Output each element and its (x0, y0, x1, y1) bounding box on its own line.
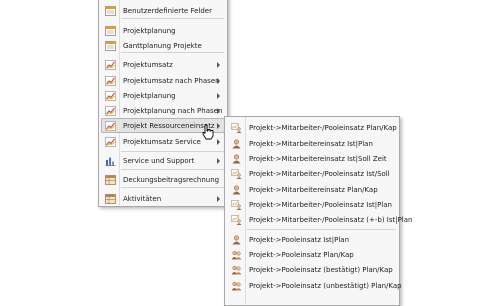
menu-item-label: Projektumsatz (123, 60, 173, 69)
person-icon (232, 185, 241, 195)
submenu-arrow-icon (217, 78, 220, 84)
group-icon (231, 265, 242, 275)
menu-item-label: Projekt->Pooleinsatz (bestätigt) Plan/Ka… (249, 265, 393, 274)
table-icon (105, 175, 116, 185)
menu-separator (121, 18, 224, 19)
menu-item-label: Projekt->Mitarbeiter-/Pooleinsatz (+-b) … (249, 215, 413, 224)
submenu-arrow-icon (217, 158, 220, 164)
menu-separator (247, 229, 396, 230)
menu-item-deckungsbeitragsrechnung[interactable]: Deckungsbeitragsrechnung (101, 172, 225, 187)
menu-item-projekt-pooleinsatz-plan-kap[interactable]: Projekt->Pooleinsatz Plan/Kap (227, 247, 397, 262)
chart-icon (105, 106, 116, 116)
submenu-arrow-icon (217, 196, 220, 202)
menu-item-projekt-pooleinsatz-unbestaetigt-plan-kap[interactable]: Projekt->Pooleinsatz (unbestätigt) Plan/… (227, 278, 402, 293)
menu-item-label: Service und Support (123, 156, 195, 165)
submenu-arrow-icon (217, 62, 220, 68)
menu-item-benutzerdefinierte-felder[interactable]: Benutzerdefinierte Felder (101, 3, 225, 18)
menu-item-label: Projekt->Mitarbeiter-/Pooleinsatz Ist|Pl… (249, 200, 392, 209)
submenu-arrow-icon (217, 123, 220, 129)
menu-item-projektplanung[interactable]: Projektplanung (101, 88, 225, 103)
chart-icon (105, 137, 116, 147)
menu-item-projekt-mitarbeitereinsatz-plan-kap[interactable]: Projekt->Mitarbeitereinsatz Plan/Kap (227, 182, 397, 197)
menu-item-projekt-mitarbeiter-pooleinsatz-ist-plan[interactable]: Projekt->Mitarbeiter-/Pooleinsatz Ist|Pl… (227, 197, 397, 212)
form-icon (105, 41, 116, 51)
menu-item-projekt-mitarbeiter-pooleinsatz-plan-kap[interactable]: Projekt->Mitarbeiter-/Pooleinsatz Plan/K… (227, 120, 397, 135)
submenu-arrow-icon (217, 108, 220, 114)
menu-item-label: Ganttplanung Projekte (123, 41, 202, 50)
menu-item-label: Projektumsatz nach Phasen (123, 76, 220, 85)
people-chart-icon (231, 123, 242, 133)
menu-item-projektumsatz-nach-phasen[interactable]: Projektumsatz nach Phasen (101, 73, 225, 88)
menu-item-label: Projekt->Pooleinsatz Ist|Plan (249, 235, 350, 244)
menu-item-projektplanung[interactable]: Projektplanung (101, 23, 225, 38)
hand-cursor-icon (202, 124, 214, 140)
menu-item-label: Projektumsatz Service (123, 137, 201, 146)
submenu-arrow-icon (217, 139, 220, 145)
menu-item-ganttplanung-projekte[interactable]: Ganttplanung Projekte (101, 38, 225, 53)
menu-separator (121, 169, 224, 170)
chart-icon (105, 91, 116, 101)
menu-item-projekt-mitarbeitereinsatz-ist-plan[interactable]: Projekt->Mitarbeitereinsatz Ist|Plan (227, 136, 397, 151)
person-icon (232, 154, 241, 164)
menu-item-label: Projekt->Pooleinsatz Plan/Kap (249, 250, 354, 259)
menu-item-label: Projektplanung (123, 91, 176, 100)
bar-chart-icon (105, 157, 116, 166)
menu-item-label: Projekt->Mitarbeitereinsatz Plan/Kap (249, 185, 378, 194)
chart-icon (105, 121, 116, 131)
people-chart-icon (231, 200, 242, 210)
menu-item-service-und-support[interactable]: Service und Support (101, 153, 225, 168)
menu-item-projekt-pooleinsatz-ist-plan[interactable]: Projekt->Pooleinsatz Ist|Plan (227, 232, 397, 247)
people-chart-icon (231, 169, 242, 179)
menu-separator (121, 52, 224, 53)
menu-item-projekt-mitarbeitereinsatz-ist-soll-zeit[interactable]: Projekt->Mitarbeitereinsatz Ist|Soll Zei… (227, 151, 397, 166)
menu-separator (121, 187, 224, 188)
person-icon (232, 139, 241, 149)
menu-item-projektplanung-nach-phasen[interactable]: Projektplanung nach Phasen (101, 103, 225, 118)
menu-item-label: Projekt->Mitarbeiter-/Pooleinsatz Ist/So… (249, 169, 390, 178)
form-icon (105, 6, 116, 16)
menu-item-label: Projekt->Mitarbeitereinsatz Ist|Soll Zei… (249, 154, 387, 163)
group-icon (231, 250, 242, 260)
menu-item-projekt-mitarbeiter-pooleinsatz-ist-soll[interactable]: Projekt->Mitarbeiter-/Pooleinsatz Ist/So… (227, 166, 397, 181)
menu-item-label: Projekt->Pooleinsatz (unbestätigt) Plan/… (249, 281, 402, 290)
submenu-arrow-icon (217, 93, 220, 99)
menu-item-label: Projektplanung (123, 26, 176, 35)
chart-icon (105, 76, 116, 86)
person-icon (232, 235, 241, 245)
menu-item-aktivitaeten[interactable]: Aktivitäten (101, 191, 225, 206)
submenu-projekt-ressourceneinsatz: Projekt->Mitarbeiter-/Pooleinsatz Plan/K… (224, 116, 412, 306)
menu-item-projekt-mitarbeiter-pooleinsatz-b-ist-plan[interactable]: Projekt->Mitarbeiter-/Pooleinsatz (+-b) … (227, 212, 412, 227)
menu-item-label: Projekt->Mitarbeitereinsatz Ist|Plan (249, 139, 373, 148)
menu-item-projekt-pooleinsatz-bestaetigt-plan-kap[interactable]: Projekt->Pooleinsatz (bestätigt) Plan/Ka… (227, 262, 397, 277)
menu-separator (121, 151, 224, 152)
chart-icon (105, 60, 116, 70)
menu-item-projektumsatz[interactable]: Projektumsatz (101, 57, 225, 72)
menu-item-label: Projektplanung nach Phasen (123, 106, 223, 115)
context-menu: Benutzerdefinierte Felder Projektplanung G… (98, 0, 228, 207)
form-icon (105, 26, 116, 36)
menu-item-label: Benutzerdefinierte Felder (123, 6, 212, 15)
people-chart-icon (231, 215, 242, 225)
menu-item-label: Projekt->Mitarbeiter-/Pooleinsatz Plan/K… (249, 123, 397, 132)
group-icon (231, 281, 242, 291)
table-icon (105, 194, 116, 204)
menu-item-label: Deckungsbeitragsrechnung (123, 175, 220, 184)
menu-item-label: Aktivitäten (123, 194, 162, 203)
